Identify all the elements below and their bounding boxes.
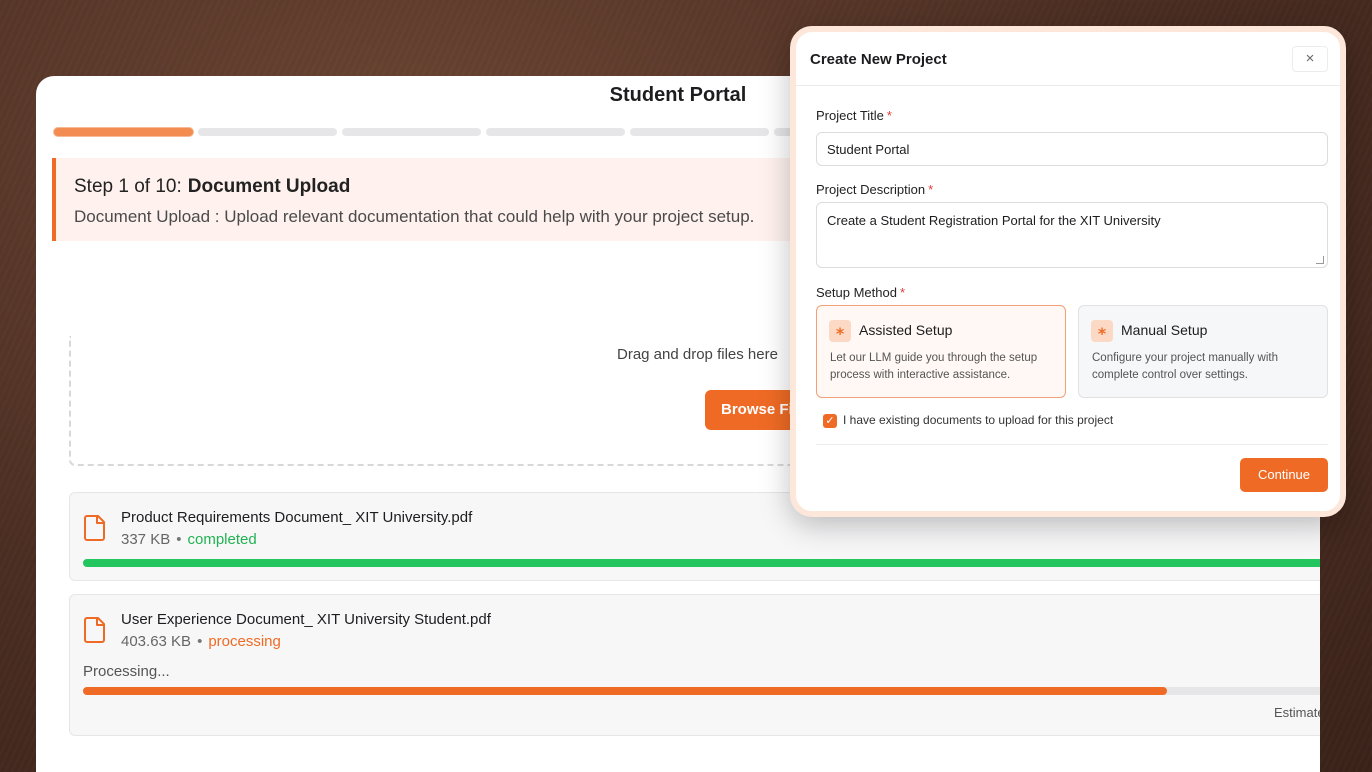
step-segment-1: [54, 128, 193, 136]
dropzone-text: Drag and drop files here: [617, 346, 778, 363]
project-title-input[interactable]: Student Portal: [816, 132, 1328, 166]
assisted-setup-option[interactable]: ⁎ Assisted Setup Let our LLM guide you t…: [816, 305, 1066, 398]
setup-method-label: Setup Method *: [816, 285, 906, 300]
resize-handle[interactable]: [1316, 256, 1324, 264]
required-mark: *: [886, 108, 892, 123]
processing-label: Processing...: [83, 663, 170, 680]
file-status: completed: [187, 531, 257, 548]
upload-progress-fill: [83, 687, 1167, 695]
document-icon: [84, 515, 105, 541]
step-segment-2: [198, 128, 337, 136]
option-title: Assisted Setup: [859, 322, 953, 338]
file-meta: 337 KB • completed: [121, 531, 257, 548]
modal-header: Create New Project ×: [796, 32, 1340, 86]
step-segment-4: [486, 128, 625, 136]
upload-progress-bar: [83, 687, 1320, 695]
close-button[interactable]: ×: [1292, 46, 1328, 72]
project-description-text: Create a Student Registration Portal for…: [827, 213, 1161, 228]
create-project-modal: Create New Project × Project Title * Stud…: [790, 26, 1346, 517]
project-description-label: Project Description *: [816, 182, 934, 197]
close-icon: ×: [1305, 50, 1315, 67]
upload-progress-fill: [83, 559, 1320, 567]
required-mark: *: [928, 182, 934, 197]
modal-title: Create New Project: [810, 51, 947, 68]
existing-docs-checkbox[interactable]: ✓: [823, 414, 837, 428]
file-size: 337 KB: [121, 531, 171, 548]
file-status: processing: [208, 633, 281, 650]
estimate-label: Estimated: [1274, 705, 1320, 720]
upload-progress-bar: [83, 559, 1320, 567]
option-description: Configure your project manually with com…: [1092, 352, 1279, 381]
file-size: 403.63 KB: [121, 633, 192, 650]
existing-docs-label: I have existing documents to upload for …: [843, 413, 1114, 427]
check-icon: ✓: [825, 415, 835, 427]
manual-setup-option[interactable]: ⁎ Manual Setup Configure your project ma…: [1078, 305, 1328, 398]
project-title-label: Project Title *: [816, 108, 892, 123]
continue-button[interactable]: Continue: [1240, 458, 1328, 492]
step-segment-5: [630, 128, 769, 136]
sparkle-icon: ⁎: [1091, 320, 1113, 342]
step-heading: Step 1 of 10: Document Upload: [74, 176, 350, 198]
file-name: Product Requirements Document_ XIT Unive…: [121, 509, 473, 526]
project-description-input[interactable]: Create a Student Registration Portal for…: [816, 202, 1328, 268]
option-description: Let our LLM guide you through the setup …: [830, 352, 1038, 381]
document-icon: [84, 617, 105, 643]
file-meta: 403.63 KB • processing: [121, 633, 281, 650]
required-mark: *: [899, 285, 906, 300]
file-name: User Experience Document_ XIT University…: [121, 611, 491, 628]
step-name: Document Upload: [187, 176, 351, 197]
file-item: User Experience Document_ XIT University…: [69, 594, 1320, 736]
option-title: Manual Setup: [1121, 322, 1208, 338]
step-number: Step 1 of 10:: [74, 176, 182, 197]
sparkle-icon: ⁎: [829, 320, 851, 342]
step-description: Document Upload : Upload relevant docume…: [74, 207, 755, 226]
step-segment-3: [342, 128, 481, 136]
divider: [816, 444, 1328, 445]
